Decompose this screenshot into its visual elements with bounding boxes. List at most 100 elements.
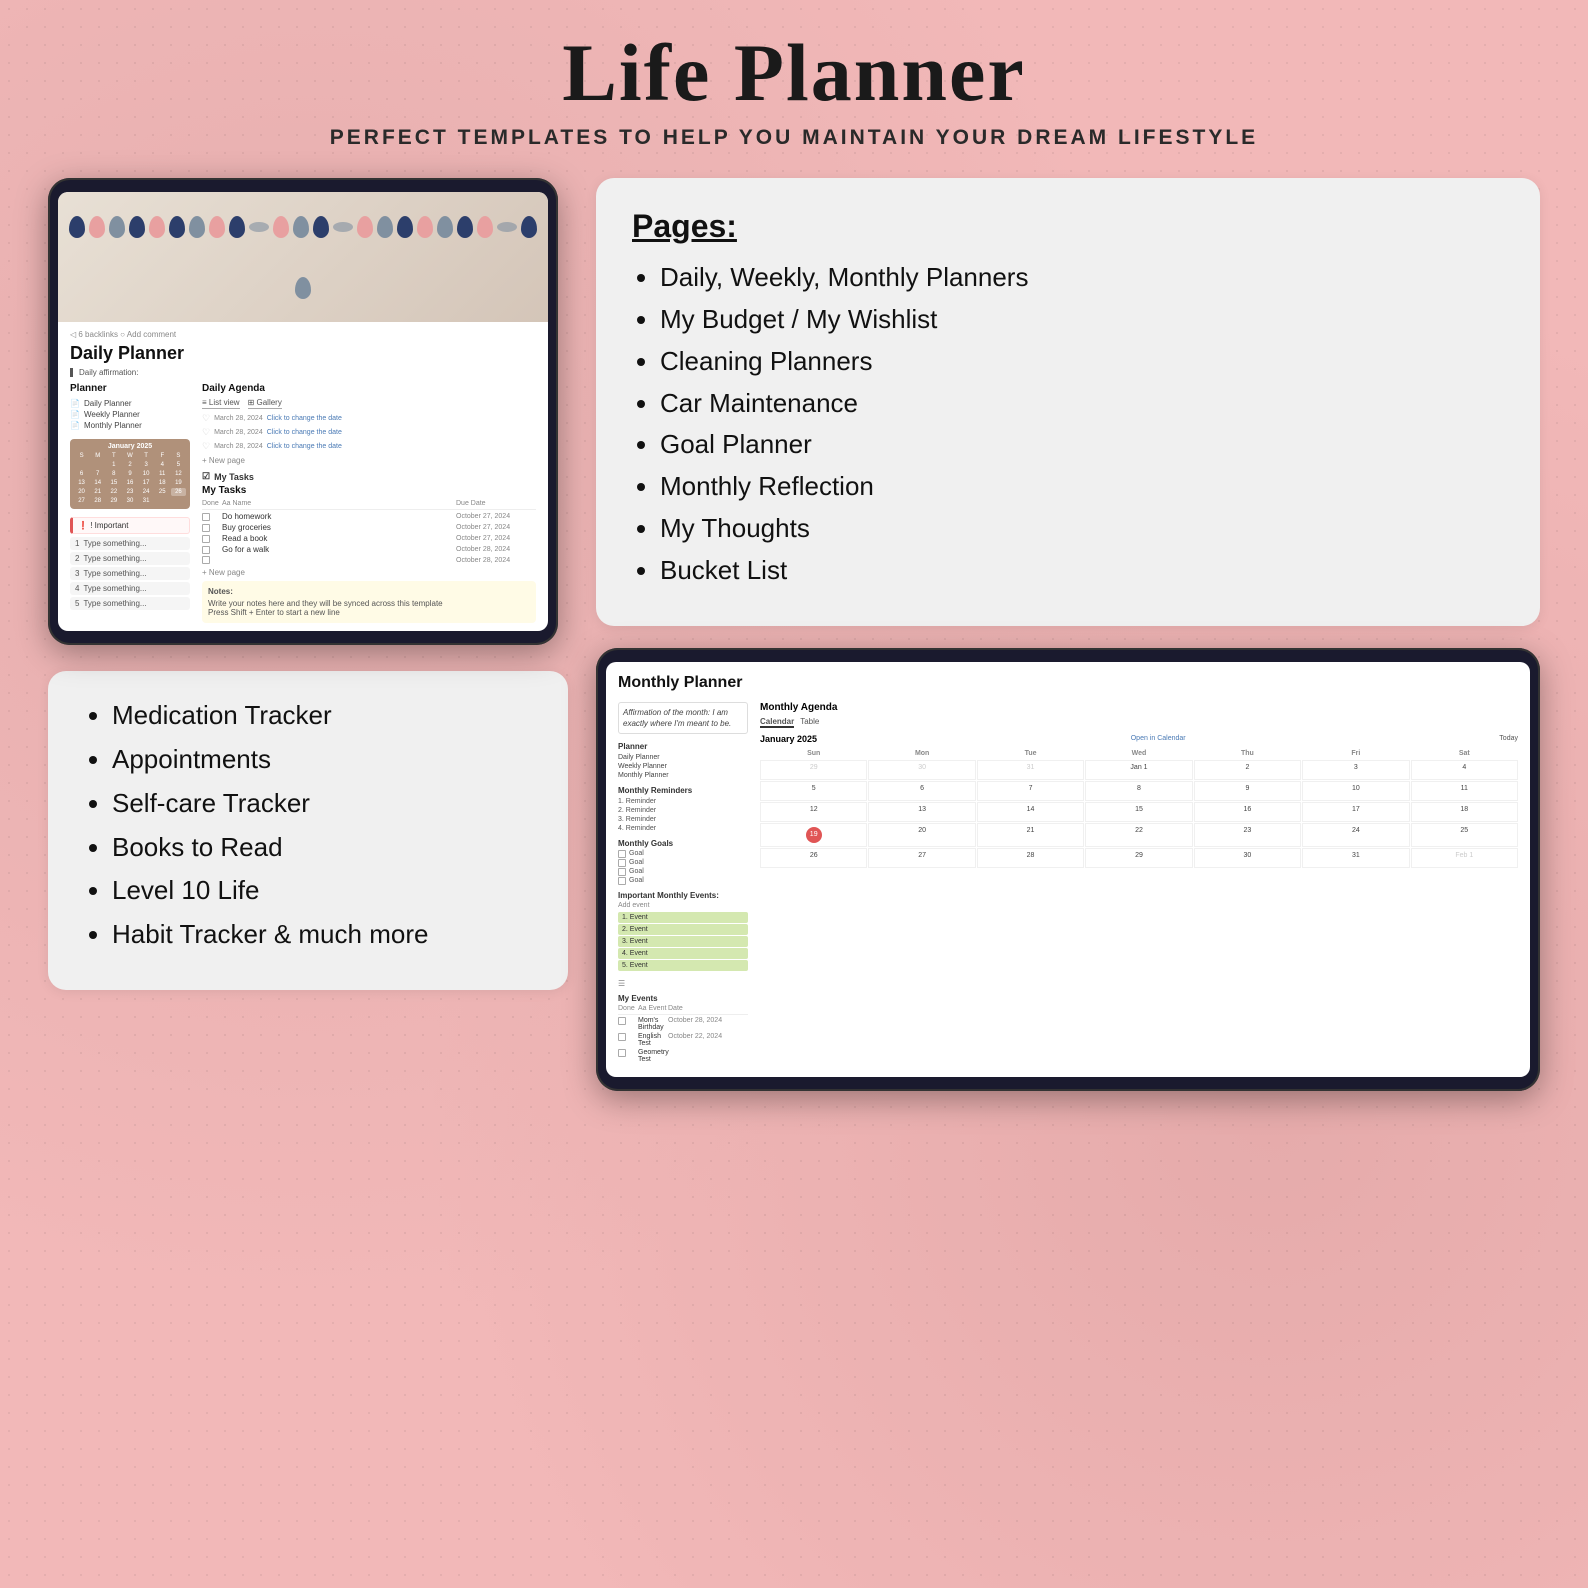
agenda-item-3: ♡ March 28, 2024 Click to change the dat… <box>202 441 536 452</box>
task-checkbox-4[interactable] <box>202 546 210 554</box>
drop-pink-5 <box>357 216 373 238</box>
task-checkbox-5[interactable] <box>202 556 210 564</box>
reminder-2: 2. Reminder <box>618 806 748 815</box>
cal-r4-c2: 20 <box>868 823 975 847</box>
cal-r5-c7: Feb 1 <box>1411 848 1518 868</box>
task-due-5: October 28, 2024 <box>456 557 536 564</box>
monthly-left-sidebar: Affirmation of the month: I am exactly w… <box>618 702 748 1065</box>
cal-hdr-m: M <box>90 452 105 460</box>
notes-label: Notes: <box>208 587 530 596</box>
agenda-action-2[interactable]: Click to change the date <box>267 429 342 436</box>
cal-r3-c1: 12 <box>760 802 867 822</box>
cal-r3-c2: 13 <box>868 802 975 822</box>
cal-r3-c4: 15 <box>1085 802 1192 822</box>
drop-gray-3 <box>293 216 309 238</box>
cal-r4-c5: 23 <box>1194 823 1301 847</box>
cal-hdr-thu: Thu <box>1194 748 1301 759</box>
tablet-body: ◁ 6 backlinks ○ Add comment Daily Planne… <box>58 322 548 631</box>
mini-cal-header: January 2025 <box>74 443 186 450</box>
cal-d-5: 3 <box>139 461 154 469</box>
task-checkbox-3[interactable] <box>202 535 210 543</box>
agenda-action-3[interactable]: Click to change the date <box>267 443 342 450</box>
tablet-two-col: Planner 📄 Daily Planner 📄 Weekly Planner <box>70 383 536 623</box>
goal-2: Goal <box>618 859 748 867</box>
my-event-cb-2[interactable] <box>618 1033 626 1041</box>
pages-list: Daily, Weekly, Monthly Planners My Budge… <box>632 261 1504 587</box>
priority-important: ❗ ! Important <box>70 517 190 534</box>
daily-planner-tablet: ◁ 6 backlinks ○ Add comment Daily Planne… <box>48 178 558 645</box>
nav-daily-icon: 📄 <box>70 399 80 408</box>
goal-4: Goal <box>618 877 748 885</box>
nav-weekly[interactable]: 📄 Weekly Planner <box>70 409 190 420</box>
cal-r3-c7: 18 <box>1411 802 1518 822</box>
cal-d-10: 8 <box>106 470 121 478</box>
tablet-backlinks: ◁ 6 backlinks ○ Add comment <box>70 330 536 339</box>
drop-gray-1 <box>109 216 125 238</box>
nav-daily[interactable]: 📄 Daily Planner <box>70 398 190 409</box>
monthly-nav-monthly[interactable]: Monthly Planner <box>618 771 748 780</box>
numbered-item-1: 1Type something... <box>70 537 190 550</box>
pages-item-8: Bucket List <box>660 554 1504 588</box>
cal-hdr-sat: Sat <box>1411 748 1518 759</box>
goal-checkbox-4[interactable] <box>618 877 626 885</box>
cal-d-34 <box>155 497 170 505</box>
cal-d-7: 5 <box>171 461 186 469</box>
agenda-action-1[interactable]: Click to change the date <box>267 415 342 422</box>
cal-d-28: 26 <box>171 488 186 496</box>
my-event-cb-1[interactable] <box>618 1017 626 1025</box>
gallery-view-btn[interactable]: ⊞ Gallery <box>248 398 282 409</box>
goal-checkbox-2[interactable] <box>618 859 626 867</box>
drop-navy-3 <box>169 216 185 238</box>
view-table-btn[interactable]: Table <box>800 717 819 728</box>
heart-icon-3: ♡ <box>202 441 210 452</box>
monthly-nav-daily[interactable]: Daily Planner <box>618 753 748 762</box>
cal-open-btn[interactable]: Open in Calendar <box>1131 735 1186 742</box>
cal-d-8: 6 <box>74 470 89 478</box>
add-event-btn[interactable]: Add event <box>618 902 748 909</box>
tablet-main-area: Daily Agenda ≡ List view ⊞ Gallery ♡ Mar… <box>202 383 536 623</box>
cal-d-30: 28 <box>90 497 105 505</box>
nav-monthly[interactable]: 📄 Monthly Planner <box>70 420 190 431</box>
cal-d-22: 20 <box>74 488 89 496</box>
my-event-row-3: Geometry Test <box>618 1049 748 1063</box>
drop-navy-2 <box>129 216 145 238</box>
drop-pink-2 <box>149 216 165 238</box>
cal-r5-c2: 27 <box>868 848 975 868</box>
view-calendar-btn[interactable]: Calendar <box>760 717 794 728</box>
cal-d-3: 1 <box>106 461 121 469</box>
add-task-btn[interactable]: + New page <box>202 568 536 577</box>
task-due-3: October 27, 2024 <box>456 535 536 542</box>
pages-card: Pages: Daily, Weekly, Monthly Planners M… <box>596 178 1540 625</box>
task-checkbox-1[interactable] <box>202 513 210 521</box>
goal-1: Goal <box>618 850 748 858</box>
list-view-btn[interactable]: ≡ List view <box>202 398 240 409</box>
task-checkbox-2[interactable] <box>202 524 210 532</box>
cal-today-btn[interactable]: Today <box>1499 735 1518 742</box>
drop-navy-6 <box>397 216 413 238</box>
cal-d-24: 22 <box>106 488 121 496</box>
drop-pink-7 <box>477 216 493 238</box>
add-page-btn[interactable]: + New page <box>202 456 536 465</box>
cal-d-19: 17 <box>139 479 154 487</box>
cal-d-27: 25 <box>155 488 170 496</box>
cal-d-11: 9 <box>122 470 137 478</box>
leaf-2 <box>333 222 353 232</box>
my-event-cb-3[interactable] <box>618 1049 626 1057</box>
goal-checkbox-1[interactable] <box>618 850 626 858</box>
monthly-calendar: January 2025 Open in Calendar Today Sun … <box>760 734 1518 868</box>
agenda-date-1: March 28, 2024 <box>214 415 263 422</box>
title-area: Life Planner PERFECT TEMPLATES TO HELP Y… <box>0 0 1588 160</box>
ev-col-done: Done <box>618 1005 638 1012</box>
event-1: 1. Event <box>618 912 748 923</box>
monthly-nav-weekly[interactable]: Weekly Planner <box>618 762 748 771</box>
cal-r2-c3: 7 <box>977 781 1084 801</box>
monthly-affirmation: Affirmation of the month: I am exactly w… <box>618 702 748 734</box>
pages-item-2: My Budget / My Wishlist <box>660 303 1504 337</box>
cal-r2-c6: 10 <box>1302 781 1409 801</box>
leaf-3 <box>497 222 517 232</box>
cal-d-31: 29 <box>106 497 121 505</box>
daily-planner-screen: ◁ 6 backlinks ○ Add comment Daily Planne… <box>58 192 548 631</box>
cal-d-1 <box>74 461 89 469</box>
goal-checkbox-3[interactable] <box>618 868 626 876</box>
reminder-4: 4. Reminder <box>618 824 748 833</box>
